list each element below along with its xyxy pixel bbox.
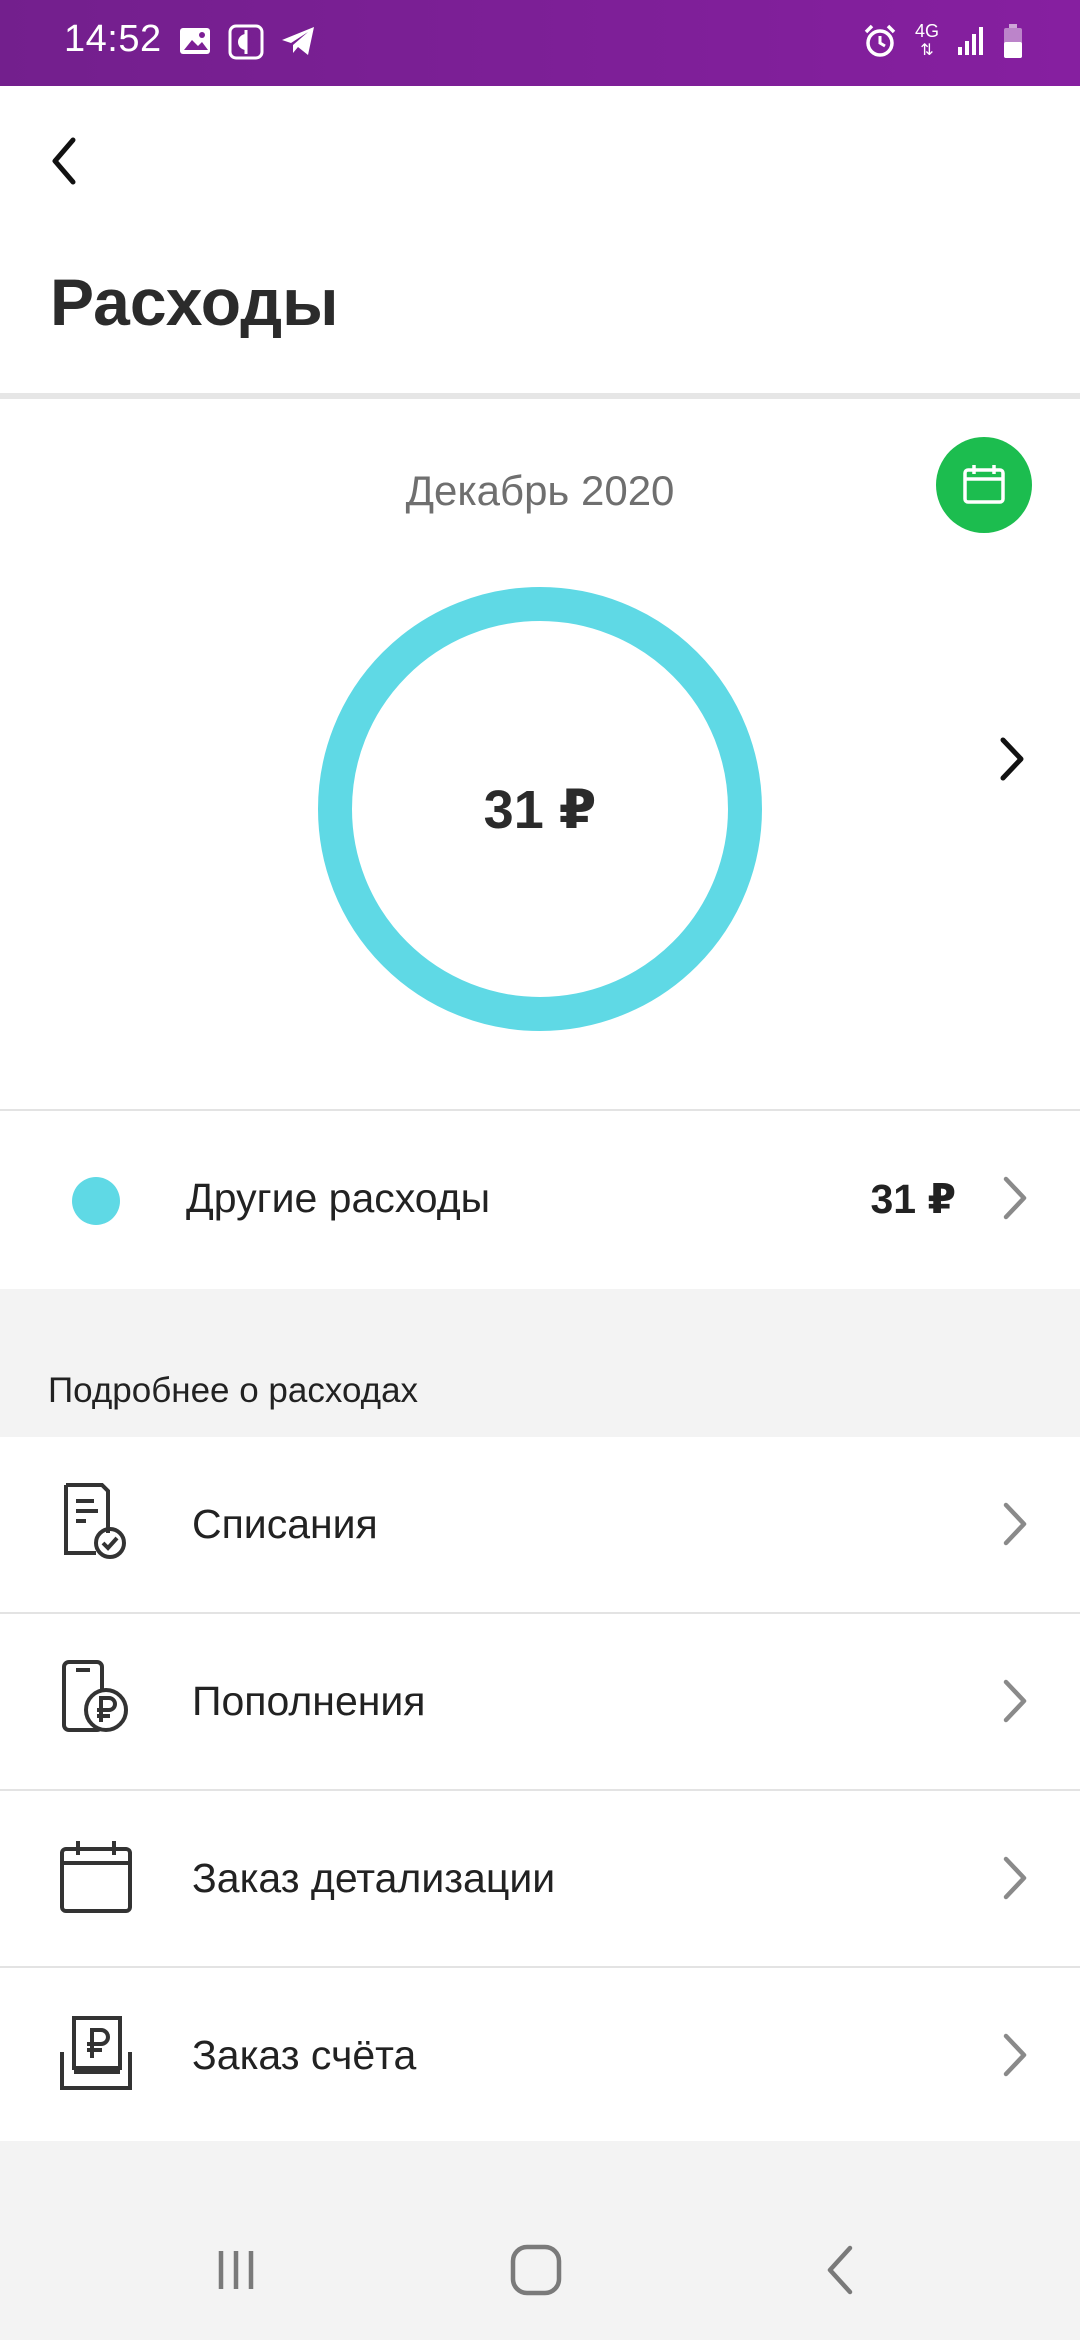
expenses-chart-area: Декабрь 2020 31 ₽: [0, 399, 1080, 1110]
chevron-right-icon: [1003, 1679, 1027, 1723]
status-bar: 14:52 4G ⇅: [0, 0, 1080, 86]
signal-icon: [956, 25, 986, 57]
chevron-right-icon: [1003, 2033, 1027, 2077]
chevron-right-icon: [1003, 1502, 1027, 1546]
home-button[interactable]: [496, 2240, 576, 2300]
network-4g-icon: 4G ⇅: [914, 21, 939, 59]
calendar-icon: [60, 1841, 132, 1913]
document-check-icon: [64, 1483, 126, 1559]
calendar-button[interactable]: [936, 437, 1032, 533]
details-section-header: Подробнее о расходах: [0, 1289, 1080, 1437]
app-bar: Расходы: [0, 86, 1080, 396]
menu-item-invoice-order[interactable]: Заказ счёта: [0, 1968, 1080, 2145]
category-row-other[interactable]: Другие расходы 31 ₽: [0, 1111, 1080, 1289]
image-icon: [178, 24, 212, 60]
phone-ruble-icon: [62, 1660, 128, 1732]
system-back-button[interactable]: [800, 2240, 880, 2300]
alarm-icon: [862, 23, 898, 59]
month-label: Декабрь 2020: [405, 467, 675, 514]
category-label: Другие расходы: [186, 1175, 491, 1221]
back-button[interactable]: [36, 116, 92, 206]
category-color-dot: [72, 1177, 120, 1225]
network-label: 4G: [914, 21, 939, 41]
menu-item-writeoffs[interactable]: Списания: [0, 1437, 1080, 1614]
chevron-right-icon: [1000, 737, 1024, 781]
next-month-button[interactable]: [990, 729, 1034, 789]
back-icon: [827, 2245, 853, 2295]
chevron-right-icon: [1003, 1856, 1027, 1900]
total-amount: 31 ₽: [483, 779, 597, 840]
details-menu-list: Списания Пополнения Заказ детализации За…: [0, 1437, 1080, 2145]
menu-item-label: Заказ счёта: [192, 2032, 417, 2078]
menu-item-detailing-order[interactable]: Заказ детализации: [0, 1791, 1080, 1968]
status-system-icons: 4G ⇅: [862, 22, 1024, 60]
menu-item-label: Заказ детализации: [192, 1855, 556, 1901]
recent-apps-button[interactable]: [196, 2240, 276, 2300]
status-notification-icons: [178, 24, 316, 60]
calendar-icon: [963, 465, 1005, 504]
telegram-icon: [280, 24, 316, 60]
invoice-ruble-icon: [60, 2016, 132, 2090]
status-time: 14:52: [64, 18, 162, 60]
calendar-app-icon: [228, 24, 264, 60]
chevron-left-icon: [52, 137, 76, 185]
recent-apps-icon: [218, 2251, 254, 2289]
battery-icon: [1002, 23, 1024, 59]
category-amount: 31 ₽: [870, 1176, 956, 1222]
page-title: Расходы: [50, 265, 339, 339]
home-icon: [510, 2244, 562, 2296]
system-nav-bar: [0, 2200, 1080, 2340]
menu-item-label: Списания: [192, 1501, 378, 1547]
menu-item-topups[interactable]: Пополнения: [0, 1614, 1080, 1791]
chevron-right-icon: [1003, 1176, 1027, 1220]
menu-item-label: Пополнения: [192, 1678, 426, 1724]
section-title: Подробнее о расходах: [48, 1371, 419, 1410]
